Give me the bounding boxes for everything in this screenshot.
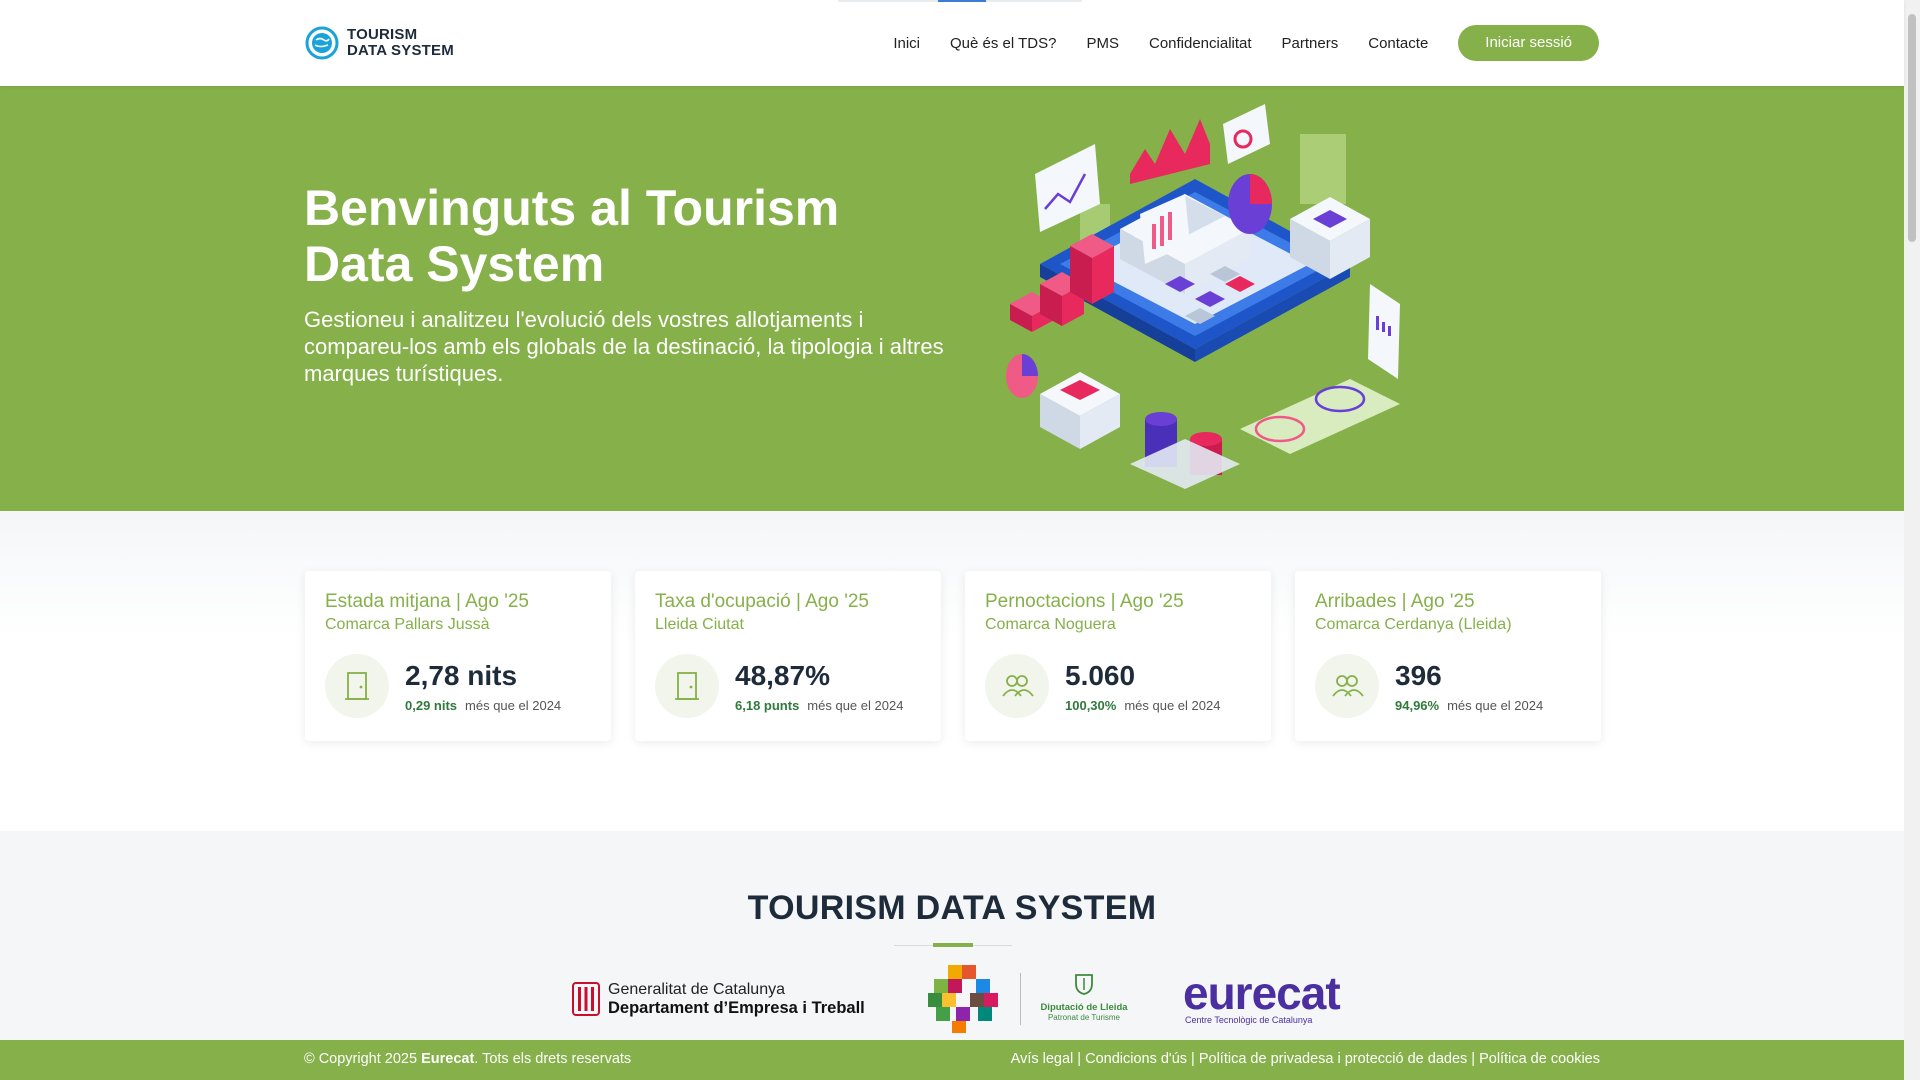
diputacio-line2: Patronat de Turisme [1047,1013,1121,1022]
partners-section: TOURISM DATA SYSTEM Generalitat de Catal… [0,831,1904,1040]
footer-link-cookies[interactable]: Política de cookies [1479,1051,1600,1067]
stat-value: 2,78 nits [405,659,518,691]
stat-area: Lleida Ciutat [655,616,744,633]
people-icon [1315,654,1379,718]
footer-link-privadesa[interactable]: Política de privadesa i protecció de dad… [1199,1051,1467,1067]
stat-delta-text: més que el 2024 [807,697,904,713]
stat-delta: 6,18 punts [735,697,800,713]
stat-card-ocupacio: Taxa d'ocupació | Ago '25 Lleida Ciutat … [635,571,941,741]
globe-logo-icon [305,26,339,60]
partners-title: TOURISM DATA SYSTEM [747,889,1157,927]
hero-subtitle: Gestioneu i analitzeu l'evolució dels vo… [304,307,944,386]
generalitat-logo[interactable]: Generalitat de Catalunya Departament d’E… [572,981,865,1017]
generalitat-line1: Generalitat de Catalunya [608,981,785,998]
nav-partners[interactable]: Partners [1282,35,1339,52]
stat-delta-text: més que el 2024 [1124,697,1221,713]
ara-lleida-logo[interactable] [928,965,1002,1033]
page-scrollbar[interactable] [1904,0,1920,1080]
door-icon [655,654,719,718]
nav-confidencialitat[interactable]: Confidencialitat [1149,35,1252,52]
stat-area: Comarca Noguera [985,616,1116,633]
isometric-dashboard-illustration [1006,104,1400,489]
scrollbar-thumb[interactable] [1908,14,1916,242]
diputacio-logo[interactable]: Diputació de Lleida Patronat de Turisme [1036,973,1132,1022]
eurecat-name: eurecat [1183,967,1341,1019]
site-footer: © Copyright 2025 Eurecat. Tots els drets… [0,1040,1904,1080]
copyright: © Copyright 2025 Eurecat. Tots els drets… [304,1051,632,1067]
footer-link-avis-legal[interactable]: Avís legal [1011,1051,1074,1067]
logo-line1: TOURISM [347,26,418,43]
hero-title: Benvinguts al Tourism Data System [304,180,840,292]
hero-section: Benvinguts al Tourism Data System Gestio… [0,86,1904,511]
stat-title: Taxa d'ocupació | Ago '25 [655,591,869,612]
stat-value: 48,87% [735,659,830,691]
nav-pms[interactable]: PMS [1086,35,1119,52]
nav-que-es[interactable]: Què és el TDS? [950,35,1056,52]
footer-link-condicions[interactable]: Condicions d'ús [1085,1051,1187,1067]
stat-delta-text: més que el 2024 [465,697,562,713]
stat-area: Comarca Pallars Jussà [325,616,490,633]
stat-delta: 94,96% [1395,697,1440,713]
stats-section: Estada mitjana | Ago '25 Comarca Pallars… [0,511,1904,831]
site-header: TOURISM DATA SYSTEM Inici Què és el TDS?… [0,0,1904,86]
people-icon [985,654,1049,718]
stat-card-estada: Estada mitjana | Ago '25 Comarca Pallars… [305,571,611,741]
stat-area: Comarca Cerdanya (Lleida) [1315,616,1512,633]
diputacio-shield-icon [1075,974,1093,995]
stat-title: Estada mitjana | Ago '25 [325,591,529,612]
stat-delta: 0,29 nits [405,697,458,713]
site-logo[interactable]: TOURISM DATA SYSTEM [305,26,454,60]
eurecat-logo[interactable]: eurecat Centre Tecnològic de Catalunya [1183,967,1341,1025]
main-nav: Inici Què és el TDS? PMS Confidencialita… [863,25,1599,61]
diputacio-line1: Diputació de Lleida [1040,1002,1128,1013]
title-divider [894,943,1012,947]
stat-delta-text: més que el 2024 [1447,697,1544,713]
nav-inici[interactable]: Inici [893,35,920,52]
stat-card-arribades: Arribades | Ago '25 Comarca Cerdanya (Ll… [1295,571,1601,741]
logo-line2: DATA SYSTEM [347,42,454,59]
stat-card-pernoctacions: Pernoctacions | Ago '25 Comarca Noguera … [965,571,1271,741]
footer-links: Avís legal | Condicions d'ús | Política … [1010,1051,1600,1067]
stat-delta: 100,30% [1065,697,1117,713]
door-icon [325,654,389,718]
company-link[interactable]: Eurecat [421,1051,474,1067]
stat-value: 5.060 [1065,659,1136,691]
partner-divider [1020,973,1021,1025]
stat-title: Arribades | Ago '25 [1315,591,1475,612]
generalitat-line2: Departament d’Empresa i Treball [608,999,865,1017]
stat-title: Pernoctacions | Ago '25 [985,591,1184,612]
generalitat-emblem-icon [572,982,600,1016]
stat-value: 396 [1395,659,1442,691]
nav-contacte[interactable]: Contacte [1368,35,1428,52]
login-button[interactable]: Iniciar sessió [1458,25,1599,61]
